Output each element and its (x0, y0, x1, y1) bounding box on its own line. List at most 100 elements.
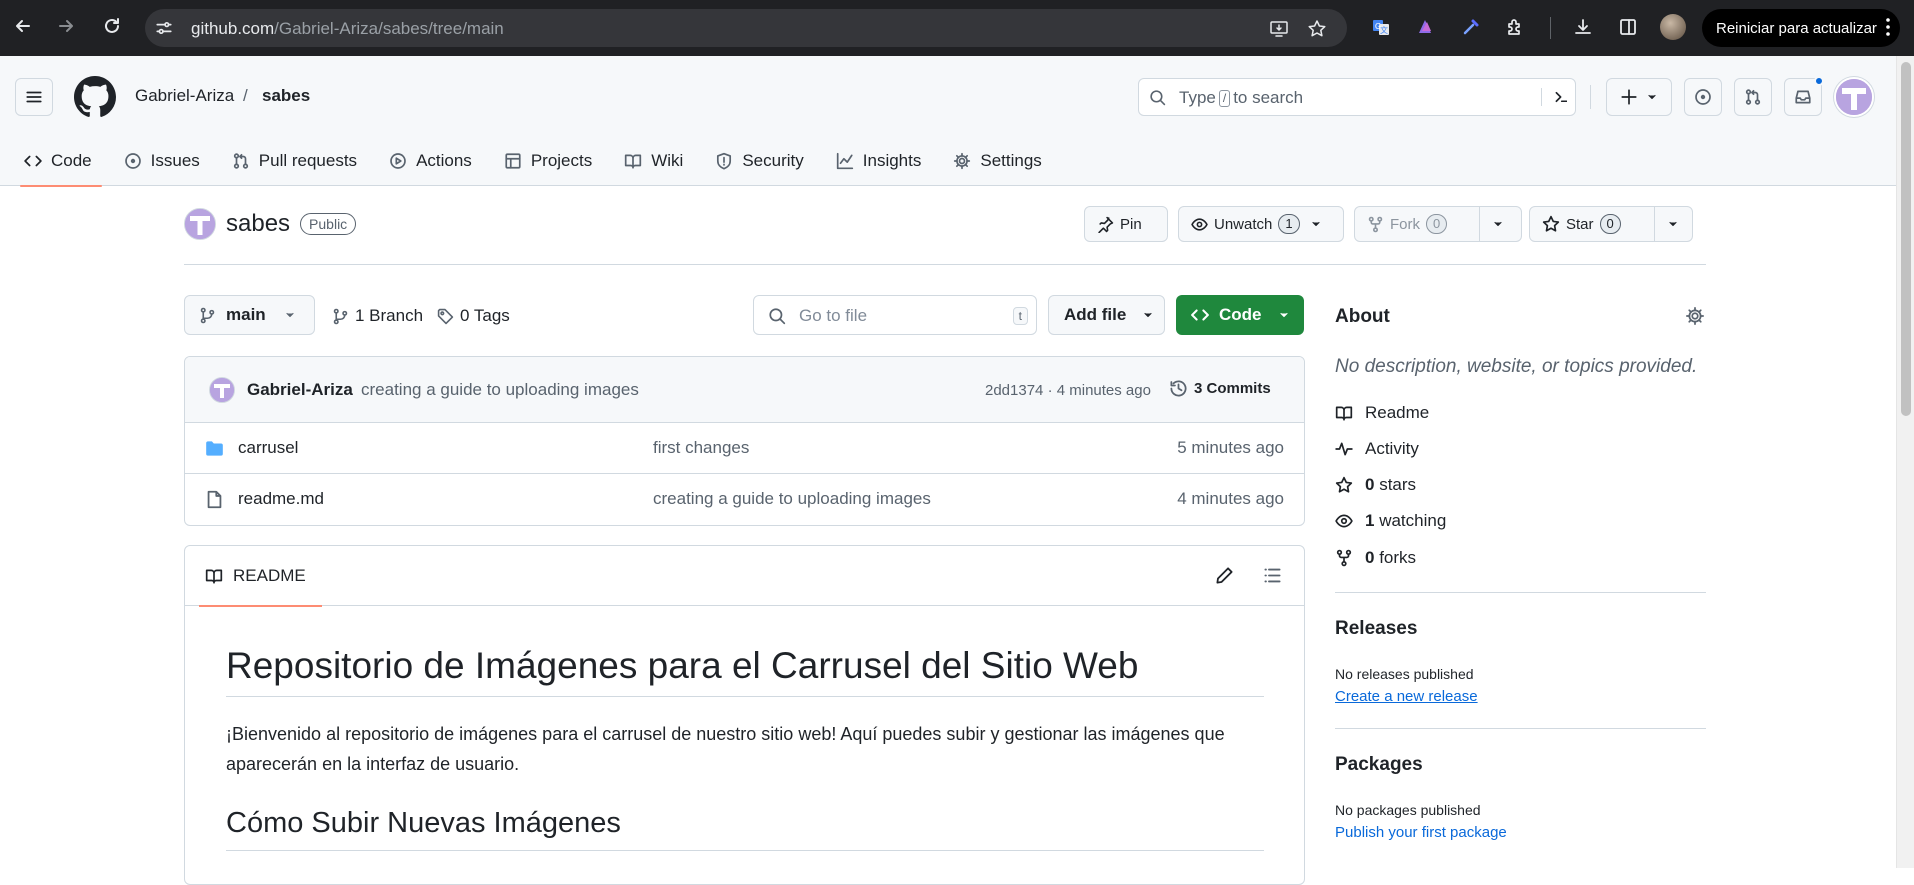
commits-link[interactable]: 3 Commits (1169, 379, 1271, 398)
forks-link[interactable]: 0 forks (1335, 548, 1416, 568)
tags-link[interactable]: 0 Tags (437, 306, 510, 326)
tab-pull-requests[interactable]: Pull requests (222, 136, 367, 186)
list-outline-icon[interactable] (1263, 566, 1282, 585)
address-url[interactable]: github.com/Gabriel-Ariza/sabes/tree/main (191, 19, 504, 39)
star-icon (1542, 215, 1560, 232)
tab-projects[interactable]: Projects (494, 136, 602, 186)
create-release-link[interactable]: Create a new release (1335, 688, 1478, 705)
add-file-button[interactable]: Add file (1048, 295, 1165, 335)
packages-title[interactable]: Packages (1335, 754, 1423, 776)
scrollbar-thumb[interactable] (1901, 62, 1911, 416)
fork-button[interactable]: Fork 0 (1355, 207, 1479, 241)
tab-label: Issues (150, 151, 200, 170)
translate-extension-icon[interactable]: 文G (1369, 15, 1393, 39)
inbox-button[interactable] (1784, 76, 1824, 116)
branches-link[interactable]: 1 Branch (332, 306, 423, 326)
commit-author-avatar[interactable] (209, 377, 235, 403)
download-icon[interactable] (1571, 15, 1595, 39)
github-logo-icon[interactable] (74, 76, 116, 118)
file-commit-message[interactable]: first changes (653, 438, 749, 458)
file-age: 5 minutes ago (1177, 438, 1284, 457)
book-icon (625, 154, 642, 169)
go-to-file-input[interactable]: Go to file t (753, 295, 1037, 335)
publish-package-link[interactable]: Publish your first package (1335, 824, 1507, 841)
star-dropdown-button[interactable] (1654, 207, 1691, 241)
side-panel-icon[interactable] (1616, 15, 1640, 39)
bookmark-star-icon[interactable] (1307, 19, 1327, 39)
breadcrumb-repo[interactable]: sabes (262, 86, 310, 106)
releases-title[interactable]: Releases (1335, 618, 1417, 640)
identicon-icon (210, 378, 234, 402)
commit-author[interactable]: Gabriel-Ariza (247, 380, 353, 400)
tab-security[interactable]: Security (705, 136, 813, 186)
install-app-icon[interactable] (1269, 19, 1289, 39)
activity-link-label: Activity (1365, 439, 1419, 458)
eyedropper-extension-icon[interactable] (1459, 15, 1483, 39)
browser-toolbar: github.com/Gabriel-Ariza/sabes/tree/main… (0, 0, 1914, 56)
pull-requests-button[interactable] (1734, 78, 1772, 116)
readme-tab[interactable]: README (199, 546, 322, 607)
site-settings-icon[interactable] (155, 19, 173, 37)
git-branch-icon (200, 307, 215, 323)
search-icon (1150, 90, 1166, 106)
file-row[interactable]: carrusel first changes 5 minutes ago (185, 423, 1304, 474)
breadcrumb-owner[interactable]: Gabriel-Ariza (135, 86, 234, 106)
page-scrollbar[interactable] (1896, 56, 1914, 868)
issues-button[interactable] (1684, 78, 1722, 116)
header-divider (1590, 85, 1591, 109)
address-bar[interactable]: github.com/Gabriel-Ariza/sabes/tree/main (145, 9, 1347, 47)
tab-label: Settings (980, 151, 1042, 170)
tab-code[interactable]: Code (14, 136, 102, 187)
star-button[interactable]: Star 0 (1530, 207, 1654, 241)
back-button[interactable] (9, 12, 37, 40)
file-commit-message[interactable]: creating a guide to uploading images (653, 489, 931, 509)
watchers-link[interactable]: 1 watching (1335, 511, 1446, 531)
repo-name[interactable]: sabes (226, 210, 290, 238)
readme-header: README (185, 546, 1304, 607)
restart-update-button[interactable]: Reiniciar para actualizar (1702, 9, 1900, 47)
tab-insights[interactable]: Insights (826, 136, 932, 186)
forward-button[interactable] (52, 12, 80, 40)
pencil-icon[interactable] (1215, 566, 1234, 585)
readme-link[interactable]: Readme (1335, 403, 1429, 423)
caret-down-icon (1312, 221, 1320, 227)
file-name[interactable]: readme.md (238, 489, 324, 509)
profile-avatar[interactable] (1660, 14, 1686, 40)
gear-icon[interactable] (1685, 306, 1705, 326)
extensions-puzzle-icon[interactable] (1503, 15, 1527, 39)
identicon-icon (1836, 79, 1872, 115)
user-avatar[interactable] (1834, 77, 1874, 117)
unwatch-button[interactable]: Unwatch 1 (1178, 206, 1344, 242)
code-button[interactable]: Code (1176, 295, 1304, 335)
branch-selector[interactable]: main (184, 295, 315, 335)
tab-wiki[interactable]: Wiki (614, 136, 693, 186)
tab-label: Wiki (651, 151, 684, 170)
play-icon (390, 153, 406, 169)
tab-issues[interactable]: Issues (114, 136, 210, 186)
command-palette-icon[interactable] (1541, 88, 1567, 106)
hamburger-icon (26, 91, 42, 103)
reload-button[interactable] (98, 12, 126, 40)
tab-label: Code (51, 151, 92, 170)
identicon-icon (185, 209, 215, 239)
global-search-input[interactable]: Type / to search (1138, 78, 1576, 116)
fork-button-group: Fork 0 (1354, 206, 1522, 242)
pin-button[interactable]: Pin (1084, 206, 1168, 242)
gradient-extension-icon[interactable] (1413, 15, 1437, 39)
create-new-button[interactable] (1606, 78, 1672, 116)
menu-button[interactable] (15, 78, 53, 116)
tab-settings[interactable]: Settings (943, 136, 1051, 186)
fork-dropdown-button[interactable] (1479, 207, 1516, 241)
tags-count: 0 Tags (460, 306, 510, 325)
search-placeholder: Type / to search (1179, 88, 1303, 108)
repo-owner-avatar[interactable] (184, 208, 216, 240)
readme-heading: Repositorio de Imágenes para el Carrusel… (226, 606, 1264, 697)
file-name[interactable]: carrusel (238, 438, 298, 458)
commit-sha-time[interactable]: 2dd1374 · 4 minutes ago (985, 382, 1151, 399)
activity-link[interactable]: Activity (1335, 439, 1419, 459)
url-host: github.com (191, 19, 275, 38)
tab-actions[interactable]: Actions (379, 136, 482, 186)
file-row[interactable]: readme.md creating a guide to uploading … (185, 474, 1304, 525)
commit-message[interactable]: creating a guide to uploading images (361, 380, 639, 400)
stars-link[interactable]: 0 stars (1335, 475, 1416, 495)
